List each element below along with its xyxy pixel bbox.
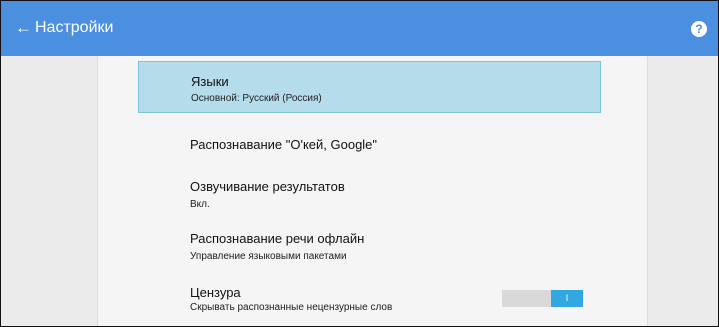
setting-voice-output-title: Озвучивание результатов <box>190 179 345 194</box>
setting-offline-subtitle: Управление языковыми пакетами <box>190 251 347 262</box>
settings-window: ← Настройки ? Языки Основной: Русский (Р… <box>0 0 719 327</box>
setting-censorship-subtitle: Скрывать распознанные нецензурные слов <box>190 302 393 313</box>
back-button[interactable]: ← Настройки <box>15 16 113 40</box>
setting-censorship[interactable]: Цензура Скрывать распознанные нецензурны… <box>97 277 497 326</box>
setting-ok-google-title: Распознавание "О'кей, Google" <box>190 137 378 152</box>
setting-languages-title: Языки <box>191 74 229 89</box>
setting-languages-subtitle: Основной: Русский (Россия) <box>191 93 322 104</box>
page-title: Настройки <box>35 19 114 36</box>
help-icon[interactable]: ? <box>691 21 707 37</box>
toggle-thumb: I <box>551 290 583 307</box>
setting-ok-google[interactable]: Распознавание "О'кей, Google" <box>97 126 646 166</box>
censorship-toggle[interactable]: I <box>502 290 583 307</box>
setting-voice-output[interactable]: Озвучивание результатов Вкл. <box>97 171 646 221</box>
setting-censorship-title: Цензура <box>190 285 241 300</box>
setting-offline-recognition[interactable]: Распознавание речи офлайн Управление язы… <box>97 223 646 273</box>
arrow-left-icon: ← <box>15 18 32 37</box>
setting-offline-title: Распознавание речи офлайн <box>190 231 365 246</box>
setting-languages[interactable]: Языки Основной: Русский (Россия) <box>138 61 601 113</box>
app-bar: ← Настройки ? <box>1 1 718 56</box>
setting-voice-output-subtitle: Вкл. <box>190 199 210 210</box>
